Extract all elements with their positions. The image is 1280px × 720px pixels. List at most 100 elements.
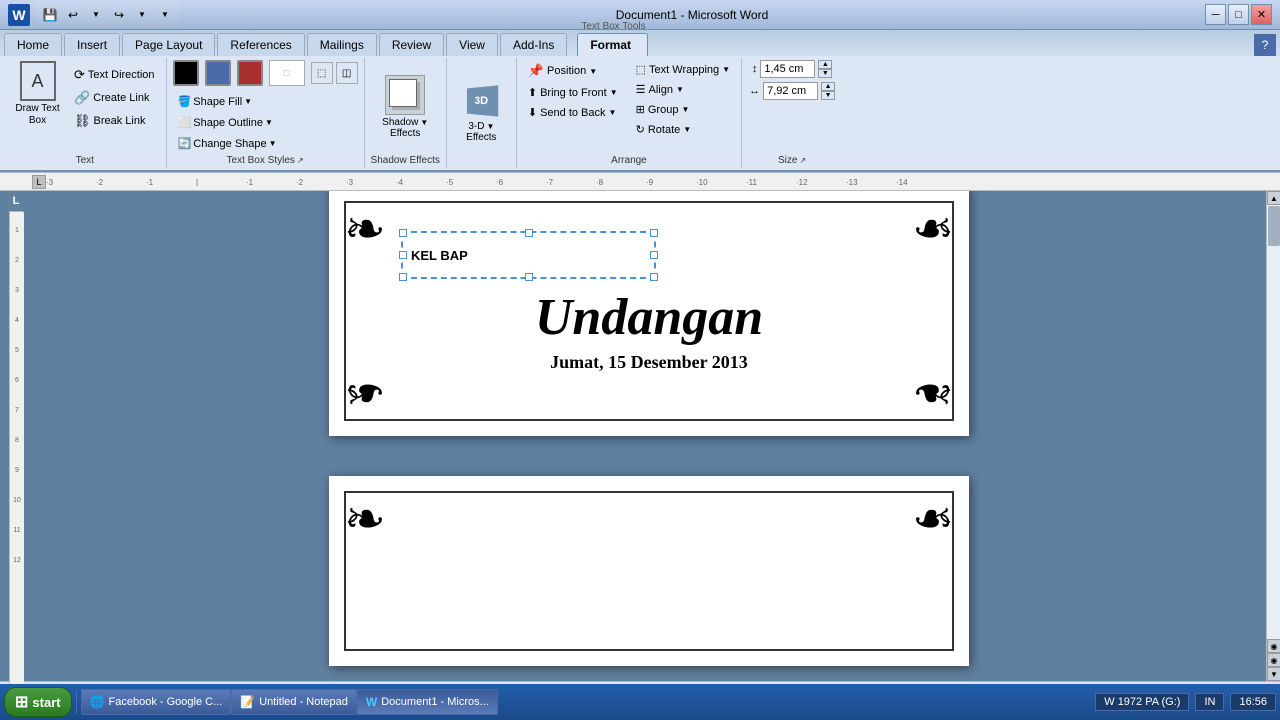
shape-outline-button[interactable]: ⬜ Shape Outline ▼ xyxy=(173,113,278,132)
redo-dropdown[interactable]: ▼ xyxy=(132,5,152,25)
svg-text:·2: ·2 xyxy=(296,178,304,187)
taskbar-btn-facebook[interactable]: 🌐 Facebook - Google C... xyxy=(81,689,232,715)
svg-text:·10: ·10 xyxy=(696,178,708,187)
handle-br[interactable] xyxy=(650,273,658,281)
undo-dropdown[interactable]: ▼ xyxy=(86,5,106,25)
taskbar-btn-word[interactable]: W Document1 - Micros... xyxy=(357,689,498,715)
width-up[interactable]: ▲ xyxy=(821,82,835,91)
subtitle: Jumat, 15 Desember 2013 xyxy=(535,352,763,373)
undo-button[interactable]: ↩ xyxy=(63,5,83,25)
svg-text:·1: ·1 xyxy=(246,178,254,187)
scroll-next-page[interactable]: ◉ xyxy=(1267,653,1280,667)
3d-dropdown[interactable]: ▼ xyxy=(486,122,494,131)
scroll-down-button[interactable]: ▼ xyxy=(1267,667,1280,681)
redo-button[interactable]: ↪ xyxy=(109,5,129,25)
svg-text:❧: ❧ xyxy=(912,201,954,257)
qat-more[interactable]: ▼ xyxy=(155,5,175,25)
break-link-button[interactable]: ⛓ Break Link xyxy=(69,110,160,132)
minimize-button[interactable]: ─ xyxy=(1205,4,1226,25)
tab-row: Home Insert Page Layout References Maili… xyxy=(0,30,1280,56)
swatch-blue[interactable] xyxy=(205,60,231,86)
tab-mailings[interactable]: Mailings xyxy=(307,33,377,56)
arrange-group-label: Arrange xyxy=(611,155,647,166)
shadow-effects-button[interactable]: Shadow ▼ Effects xyxy=(375,70,435,144)
tab-format[interactable]: Format xyxy=(577,33,647,56)
taskbar-btn-notepad[interactable]: 📝 Untitled - Notepad xyxy=(231,689,357,715)
handle-mr[interactable] xyxy=(650,251,658,259)
size-expand[interactable]: ↗ xyxy=(799,156,806,165)
text-wrapping-button[interactable]: ⬚ Text Wrapping ▼ xyxy=(631,60,735,79)
scroll-up-button[interactable]: ▲ xyxy=(1267,191,1280,205)
help-button[interactable]: ? xyxy=(1254,34,1276,56)
corner2-tl: ❧ xyxy=(344,491,434,554)
selected-textbox[interactable]: KEL BAP xyxy=(401,231,656,279)
width-input[interactable] xyxy=(763,82,818,100)
height-down[interactable]: ▼ xyxy=(818,69,832,78)
margin-icon: L xyxy=(13,195,20,207)
shape-fill-arrow: ▼ xyxy=(244,97,252,106)
maximize-button[interactable]: □ xyxy=(1228,4,1249,25)
handle-tm[interactable] xyxy=(525,229,533,237)
change-shape-button[interactable]: 🔄 Change Shape ▼ xyxy=(173,134,282,153)
svg-text:11: 11 xyxy=(13,527,20,534)
scroll-track[interactable] xyxy=(1267,205,1280,639)
save-button[interactable]: 💾 xyxy=(40,5,60,25)
handle-tl[interactable] xyxy=(399,229,407,237)
height-input[interactable] xyxy=(760,60,815,78)
shape-btn-1[interactable]: ⬚ xyxy=(311,62,333,84)
svg-text:1: 1 xyxy=(15,227,19,234)
handle-bm[interactable] xyxy=(525,273,533,281)
handle-bl[interactable] xyxy=(399,273,407,281)
page-2: ❧ ❧ xyxy=(329,476,969,666)
tab-add-ins[interactable]: Add-Ins xyxy=(500,33,567,56)
shape-fill-button[interactable]: 🪣 Shape Fill ▼ xyxy=(173,92,258,111)
right-scrollbar[interactable]: ▲ ◉ ◉ ▼ xyxy=(1266,191,1280,681)
handle-ml[interactable] xyxy=(399,251,407,259)
shadow-effects-label: Shadow xyxy=(382,117,418,128)
arrange-col-2: ⬚ Text Wrapping ▼ ☰ Align ▼ ⊞ Group ▼ xyxy=(631,60,735,139)
handle-tr[interactable] xyxy=(650,229,658,237)
shape-outline-arrow: ▼ xyxy=(265,118,273,127)
bring-to-front-button[interactable]: ⬆ Bring to Front ▼ xyxy=(523,83,623,102)
width-down[interactable]: ▼ xyxy=(821,91,835,100)
ruler-content: ·3 ·2 ·1 | ·1 ·2 ·3 ·4 ·5 ·6 ·7 ·8 ·9 ·1… xyxy=(46,173,1280,191)
svg-text:·5: ·5 xyxy=(446,178,454,187)
scroll-thumb[interactable] xyxy=(1268,206,1280,246)
close-button[interactable]: ✕ xyxy=(1251,4,1272,25)
swatch-black[interactable] xyxy=(173,60,199,86)
left-panel: L 1 2 3 4 5 6 7 8 9 10 11 12 xyxy=(0,191,32,681)
tab-references[interactable]: References xyxy=(217,33,304,56)
svg-text:·11: ·11 xyxy=(746,178,758,187)
scroll-prev-page[interactable]: ◉ xyxy=(1267,639,1280,653)
ribbon-group-3d: 3D 3-D ▼ Effects xyxy=(447,58,517,168)
tab-view[interactable]: View xyxy=(446,33,498,56)
draw-textbox-button[interactable]: A Draw Text Box xyxy=(10,60,65,128)
send-to-back-button[interactable]: ⬇ Send to Back ▼ xyxy=(523,103,623,122)
rotate-button[interactable]: ↻ Rotate ▼ xyxy=(631,120,735,139)
window-controls: ─ □ ✕ xyxy=(1205,4,1272,25)
tab-insert[interactable]: Insert xyxy=(64,33,120,56)
align-button[interactable]: ☰ Align ▼ xyxy=(631,80,735,99)
textbox-styles-expand[interactable]: ↗ xyxy=(297,156,304,165)
tab-review[interactable]: Review xyxy=(379,33,444,56)
vertical-ruler: 1 2 3 4 5 6 7 8 9 10 11 12 xyxy=(9,211,23,713)
create-link-button[interactable]: 🔗 Create Link xyxy=(69,87,160,109)
tab-home[interactable]: Home xyxy=(4,33,62,56)
3d-effects-button[interactable]: 3D 3-D ▼ Effects xyxy=(454,76,508,148)
text-direction-button[interactable]: ⟳ Text Direction xyxy=(69,64,160,86)
height-up[interactable]: ▲ xyxy=(818,60,832,69)
rotate-arrow: ▼ xyxy=(683,125,691,134)
group-button[interactable]: ⊞ Group ▼ xyxy=(631,100,735,119)
swatch-red[interactable] xyxy=(237,60,263,86)
word-app-icon[interactable]: W xyxy=(8,4,30,26)
start-button[interactable]: ⊞ start xyxy=(4,687,72,717)
height-input-row: ↕ ▲ ▼ xyxy=(752,60,833,78)
title-bar-left: W 💾 ↩ ▼ ↪ ▼ ▼ xyxy=(8,3,179,27)
position-button[interactable]: 📌 Position ▼ xyxy=(523,60,623,82)
shape-btn-2[interactable]: ◫ xyxy=(336,62,358,84)
page1-content: ❧ ❧ ❧ xyxy=(329,191,969,436)
ruler-corner[interactable]: L xyxy=(32,175,46,189)
shadow-effects-dropdown[interactable]: ▼ xyxy=(420,118,428,127)
tab-page-layout[interactable]: Page Layout xyxy=(122,33,215,56)
document-area[interactable]: ❧ ❧ ❧ xyxy=(32,191,1266,681)
